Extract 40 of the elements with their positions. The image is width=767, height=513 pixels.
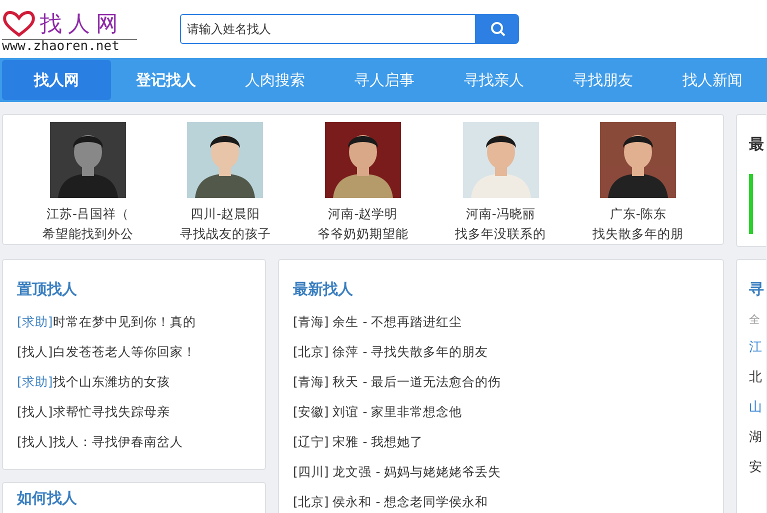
person-note[interactable]: 找多年没联系的: [455, 224, 546, 244]
person-link[interactable]: 江苏-吕国祥（: [46, 204, 130, 224]
post-link[interactable]: [找人]求帮忙寻找失踪母亲: [17, 397, 251, 427]
card-title: 最: [749, 135, 765, 154]
post-link[interactable]: [青海] 秋天 - 最后一道无法愈合的伤: [293, 367, 709, 397]
card-title: 最新找人: [293, 280, 354, 299]
post-link[interactable]: [求助]时常在梦中见到你！真的: [17, 307, 251, 337]
search-field[interactable]: 请输入姓名找人: [180, 14, 476, 44]
post-link[interactable]: [青海] 余生 - 不想再踏进红尘: [293, 307, 709, 337]
post-link[interactable]: [四川] 龙文强 - 妈妈与姥姥姥爷丢失: [293, 457, 709, 487]
heart-icon: [2, 10, 36, 36]
site-logo[interactable]: 找人网 www.zhaoren.net: [2, 8, 137, 54]
accent-bar: [749, 174, 753, 234]
person-note[interactable]: 爷爷奶奶期望能: [317, 224, 408, 244]
search-button[interactable]: [476, 14, 519, 44]
person-note[interactable]: 找失散多年的朋: [592, 224, 684, 244]
region-link[interactable]: 湖: [749, 423, 766, 453]
card-title: 如何找人: [17, 489, 78, 508]
post-link[interactable]: [安徽] 刘谊 - 家里非常想念他: [293, 397, 709, 427]
nav-tab[interactable]: 找人网: [2, 60, 112, 100]
person-link[interactable]: 四川-赵晨阳: [190, 204, 260, 224]
region-link[interactable]: 山: [749, 393, 766, 423]
person-link[interactable]: 河南-赵学明: [328, 204, 398, 224]
post-link[interactable]: [辽宁] 宋雅 - 我想她了: [293, 427, 709, 457]
person-note[interactable]: 希望能找到外公: [42, 224, 134, 244]
post-link[interactable]: [找人]找人：寻找伊春南岔人: [17, 427, 251, 457]
region-link[interactable]: 江: [749, 333, 766, 363]
region-link[interactable]: 安: [749, 453, 766, 483]
person-link[interactable]: 广东-陈东: [610, 204, 666, 224]
card-title: 置顶找人: [17, 280, 78, 299]
person-link[interactable]: 河南-冯晓丽: [466, 204, 536, 224]
card-title: 寻: [749, 280, 765, 299]
search-icon: [490, 21, 506, 37]
post-link[interactable]: [北京] 侯永和 - 想念老同学侯永和: [293, 487, 709, 513]
post-link[interactable]: [找人]白发苍苍老人等你回家！: [17, 337, 251, 367]
post-link[interactable]: [北京] 徐萍 - 寻找失散多年的朋友: [293, 337, 709, 367]
person-note[interactable]: 寻找战友的孩子: [180, 224, 271, 244]
region-link[interactable]: 北: [749, 363, 766, 393]
post-link[interactable]: [求助]找个山东潍坊的女孩: [17, 367, 251, 397]
region-caption: 全: [749, 312, 761, 328]
